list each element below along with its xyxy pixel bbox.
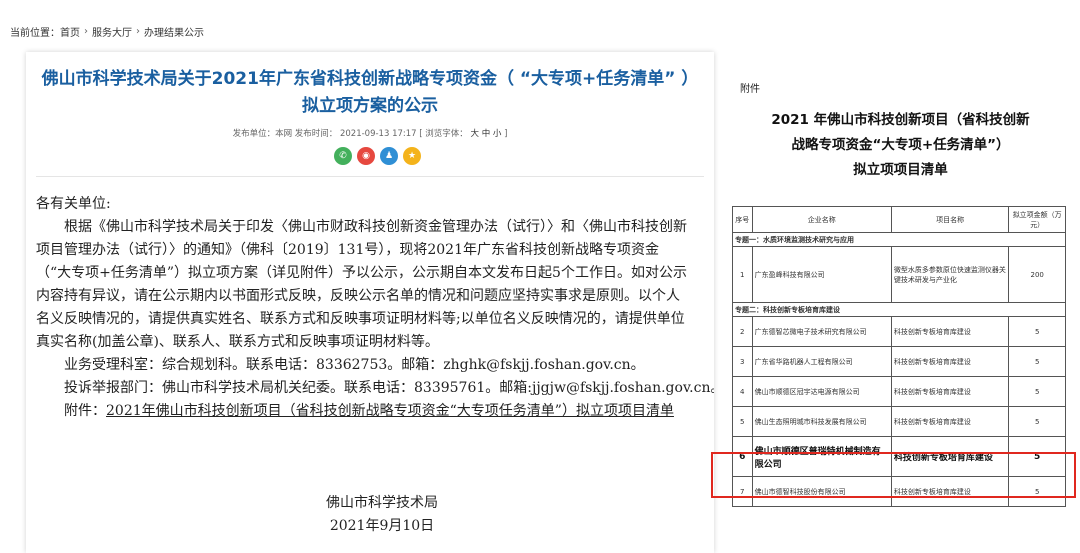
section-title: 专题二：科技创新专板培育库建设 bbox=[732, 302, 1066, 317]
cell-amount: 5 bbox=[1008, 406, 1066, 437]
breadcrumb: 当前位置： 首页 › 服务大厅 › 办理结果公示 bbox=[10, 24, 204, 39]
chevron-right-icon: › bbox=[84, 26, 88, 37]
contact-line: 业务受理科室：综合规划科。联系电话：83362753。邮箱：zhghk@fskj… bbox=[64, 357, 645, 373]
cell-project: 微型水质多参数原位快速监测仪器关键技术研发与产业化 bbox=[890, 246, 1010, 303]
table-row: 4 佛山市顺德区冠宇达电源有限公司 科技创新专板培育库建设 5 bbox=[732, 376, 1066, 407]
cell-amount: 5 bbox=[1008, 376, 1066, 407]
cell-company: 广东省华路机器人工程有限公司 bbox=[751, 346, 892, 377]
body-line: 真实名称(加盖公章)、联系人、联系方式和反映事项证明材料等。 bbox=[36, 334, 439, 350]
cell-project: 科技创新专板培育库建设 bbox=[890, 346, 1010, 377]
table-section-row: 专题二：科技创新专板培育库建设 bbox=[732, 302, 1066, 317]
table-header-row: 序号 企业名称 项目名称 拟立项金额（万元） bbox=[732, 206, 1066, 233]
cell-no: 4 bbox=[732, 376, 753, 407]
cell-no: 1 bbox=[732, 246, 753, 303]
attachment-prefix: 附件： bbox=[64, 403, 106, 419]
attachment-heading: 2021 年佛山市科技创新项目（省科技创新 战略专项资金“大专项+任务清单”） … bbox=[728, 108, 1073, 183]
breadcrumb-service-hall-link[interactable]: 服务大厅 bbox=[92, 24, 132, 39]
attachment-heading-line: 拟立项项目清单 bbox=[853, 162, 948, 178]
signature-date: 2021年9月10日 bbox=[329, 518, 435, 534]
cell-company: 广东德智芯微电子技术研究有限公司 bbox=[751, 316, 892, 347]
chevron-right-icon: › bbox=[136, 26, 140, 37]
body-line: （“大专项+任务清单”）拟立项方案（详见附件）予以公示，公示期自本文发布日起5个… bbox=[36, 265, 687, 281]
cell-no: 3 bbox=[732, 346, 753, 377]
header-company: 企业名称 bbox=[751, 206, 892, 233]
table-row: 2 广东德智芯微电子技术研究有限公司 科技创新专板培育库建设 5 bbox=[732, 316, 1066, 347]
meta-end: ] bbox=[504, 129, 508, 139]
attachment-label: 附件 bbox=[740, 84, 760, 95]
body-line: 项目管理办法（试行）〉的通知》（佛科〔2019〕131号），现将2021年广东省… bbox=[36, 242, 659, 258]
body-line: 内容持有异议，请在公示期内以书面形式反映，反映公示名单的情况和问题应坚持实事求是… bbox=[36, 288, 680, 304]
divider bbox=[36, 176, 704, 177]
cell-company: 佛山生态照明城市科技发展有限公司 bbox=[751, 406, 892, 437]
cell-project: 科技创新专板培育库建设 bbox=[890, 406, 1010, 437]
cell-company: 广东盈峰科技有限公司 bbox=[751, 246, 892, 303]
breadcrumb-prefix: 当前位置： bbox=[10, 28, 60, 39]
cell-project: 科技创新专板培育库建设 bbox=[890, 376, 1010, 407]
cell-no: 2 bbox=[732, 316, 753, 347]
signature: 佛山市科学技术局 2021年9月10日 bbox=[326, 492, 438, 538]
meta-publisher: 发布单位：本网 发布时间： 2021-09-13 17:17 [ 浏览字体： bbox=[232, 129, 468, 139]
table-row: 3 广东省华路机器人工程有限公司 科技创新专板培育库建设 5 bbox=[732, 346, 1066, 377]
article-body: 各有关单位: 根据《佛山市科学技术局关于印发〈佛山市财政科技创新资金管理办法（试… bbox=[36, 193, 714, 423]
table-row: 5 佛山生态照明城市科技发展有限公司 科技创新专板培育库建设 5 bbox=[732, 406, 1066, 437]
table-section-row: 专题一：水质环境监测技术研究与应用 bbox=[732, 232, 1066, 247]
cell-project: 科技创新专板培育库建设 bbox=[890, 316, 1010, 347]
highlight-box bbox=[711, 452, 1076, 498]
signature-org: 佛山市科学技术局 bbox=[326, 495, 438, 511]
qq-icon[interactable]: ♟ bbox=[380, 147, 398, 165]
cell-amount: 5 bbox=[1008, 346, 1066, 377]
cell-amount: 5 bbox=[1008, 316, 1066, 347]
share-bar: ✆ ◉ ♟ ★ bbox=[334, 147, 421, 165]
attachment-heading-line: 2021 年佛山市科技创新项目（省科技创新 bbox=[771, 112, 1030, 128]
wechat-icon[interactable]: ✆ bbox=[334, 147, 352, 165]
body-line: 根据《佛山市科学技术局关于印发〈佛山市财政科技创新资金管理办法（试行）〉和〈佛山… bbox=[64, 219, 687, 235]
body-line: 名义反映情况的，请提供真实姓名、联系方式和反映事项证明材料等;以单位名义反映情况… bbox=[36, 311, 685, 327]
cell-company: 佛山市顺德区冠宇达电源有限公司 bbox=[751, 376, 892, 407]
section-title: 专题一：水质环境监测技术研究与应用 bbox=[732, 232, 1066, 247]
table-row: 1 广东盈峰科技有限公司 微型水质多参数原位快速监测仪器关键技术研发与产业化 2… bbox=[732, 246, 1066, 303]
header-project: 项目名称 bbox=[890, 206, 1010, 233]
article-meta: 发布单位：本网 发布时间： 2021-09-13 17:17 [ 浏览字体： 大… bbox=[26, 127, 714, 139]
breadcrumb-results-link[interactable]: 办理结果公示 bbox=[144, 24, 204, 39]
cell-no: 5 bbox=[732, 406, 753, 437]
complaint-line: 投诉举报部门：佛山市科学技术局机关纪委。联系电话：83395761。邮箱:jjg… bbox=[64, 380, 714, 396]
font-size-switch[interactable]: 大 中 小 bbox=[471, 129, 502, 139]
breadcrumb-home-link[interactable]: 首页 bbox=[60, 24, 80, 39]
header-amount: 拟立项金额（万元） bbox=[1008, 206, 1066, 233]
header-no: 序号 bbox=[732, 206, 753, 233]
cell-amount: 200 bbox=[1008, 246, 1066, 303]
article-panel: 佛山市科学技术局关于2021年广东省科技创新战略专项资金（ “大专项+任务清单”… bbox=[26, 52, 714, 553]
qzone-icon[interactable]: ★ bbox=[403, 147, 421, 165]
weibo-icon[interactable]: ◉ bbox=[357, 147, 375, 165]
attachment-line: 附件：2021年佛山市科技创新项目（省科技创新战略专项资金“大专项任务清单”）拟… bbox=[36, 400, 714, 423]
attachment-heading-line: 战略专项资金“大专项+任务清单”） bbox=[791, 137, 1010, 153]
page-title: 佛山市科学技术局关于2021年广东省科技创新战略专项资金（ “大专项+任务清单”… bbox=[41, 69, 699, 116]
attachment-link[interactable]: 2021年佛山市科技创新项目（省科技创新战略专项资金“大专项任务清单”）拟立项项… bbox=[106, 403, 674, 419]
salutation: 各有关单位: bbox=[36, 196, 111, 212]
